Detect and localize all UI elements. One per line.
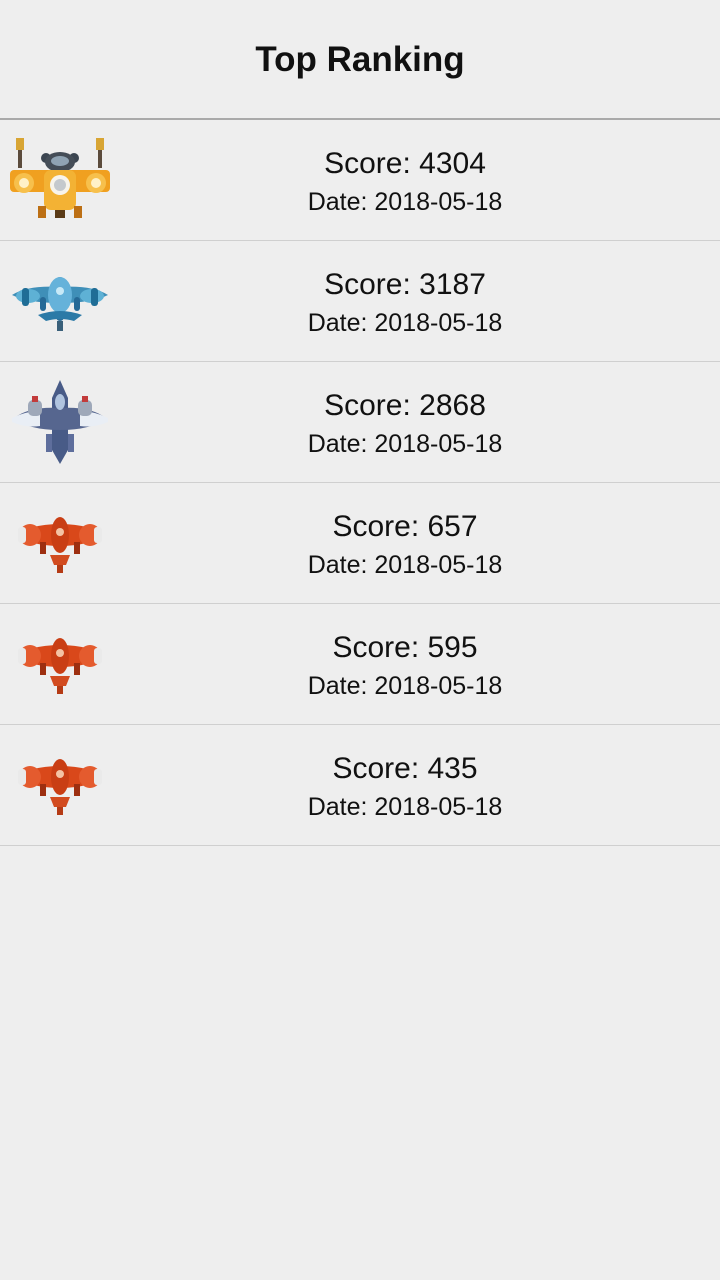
ranking-texts-6: Score: 435 Date: 2018-05-18 — [90, 725, 720, 845]
score-text: Score: 2868 — [324, 389, 486, 422]
score-text: Score: 595 — [332, 631, 478, 664]
ranking-row-5[interactable]: Score: 595 Date: 2018-05-18 — [0, 604, 720, 725]
date-text: Date: 2018-05-18 — [307, 188, 503, 216]
ranking-texts-1: Score: 4304 Date: 2018-05-18 — [90, 120, 720, 240]
date-text: Date: 2018-05-18 — [307, 793, 503, 821]
ranking-texts-3: Score: 2868 Date: 2018-05-18 — [90, 362, 720, 482]
score-text: Score: 3187 — [324, 268, 486, 301]
ranking-row-3[interactable]: Score: 2868 Date: 2018-05-18 — [0, 362, 720, 483]
score-text: Score: 657 — [332, 510, 478, 543]
date-text: Date: 2018-05-18 — [307, 551, 503, 579]
ranking-texts-2: Score: 3187 Date: 2018-05-18 — [90, 241, 720, 361]
date-text: Date: 2018-05-18 — [307, 309, 503, 337]
ranking-row-1[interactable]: Score: 4304 Date: 2018-05-18 — [0, 120, 720, 241]
page-title: Top Ranking — [255, 40, 465, 79]
ranking-row-6[interactable]: Score: 435 Date: 2018-05-18 — [0, 725, 720, 846]
ranking-row-2[interactable]: Score: 3187 Date: 2018-05-18 — [0, 241, 720, 362]
ranking-row-4[interactable]: Score: 657 Date: 2018-05-18 — [0, 483, 720, 604]
ranking-texts-5: Score: 595 Date: 2018-05-18 — [90, 604, 720, 724]
score-text: Score: 4304 — [324, 147, 486, 180]
ranking-texts-4: Score: 657 Date: 2018-05-18 — [90, 483, 720, 603]
ranking-list: Score: 4304 Date: 2018-05-18 Score: 3187… — [0, 120, 720, 846]
date-text: Date: 2018-05-18 — [307, 672, 503, 700]
date-text: Date: 2018-05-18 — [307, 430, 503, 458]
score-text: Score: 435 — [332, 752, 478, 785]
header: Top Ranking — [0, 0, 720, 120]
